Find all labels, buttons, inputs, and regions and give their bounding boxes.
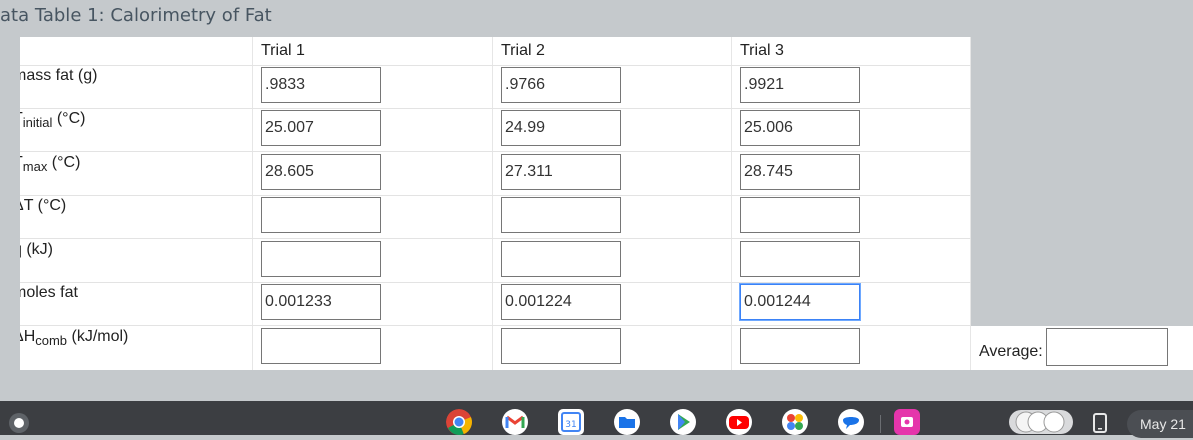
page-title: ata Table 1: Calorimetry of Fat (0, 5, 272, 26)
shelf-divider (880, 415, 881, 433)
chrome-icon[interactable] (446, 409, 472, 435)
delta-h-trial-2-input[interactable] (501, 328, 621, 364)
launcher-icon[interactable] (9, 413, 29, 433)
date-clock[interactable]: May 21 (1127, 410, 1193, 438)
play-store-icon[interactable] (670, 409, 696, 435)
messages-icon[interactable] (838, 409, 864, 435)
row-label: ΔHcomb (kJ/mol) (20, 328, 129, 349)
photos-icon[interactable] (782, 409, 808, 435)
q-trial-3-input[interactable] (740, 241, 860, 277)
t-max-trial-2-input[interactable] (501, 154, 621, 190)
phone-hub-icon[interactable] (1092, 413, 1108, 433)
moles-fat-trial-3-input[interactable] (740, 284, 860, 320)
gmail-icon[interactable] (502, 409, 528, 435)
files-icon[interactable] (614, 409, 640, 435)
mass-fat-trial-1-input[interactable] (261, 67, 381, 103)
delta-t-trial-2-input[interactable] (501, 197, 621, 233)
delta-h-trial-3-input[interactable] (740, 328, 860, 364)
mass-fat-trial-2-input[interactable] (501, 67, 621, 103)
moles-fat-trial-1-input[interactable] (261, 284, 381, 320)
header-trial-2: Trial 2 (501, 42, 545, 59)
row-label: Tmax (°C) (20, 154, 81, 175)
svg-text:31: 31 (565, 420, 576, 430)
row-label: Tinitial (°C) (20, 110, 86, 131)
taskbar: 31 May 21 (0, 401, 1193, 438)
delta-t-trial-3-input[interactable] (740, 197, 860, 233)
screencast-icon[interactable] (894, 409, 920, 435)
t-max-trial-1-input[interactable] (261, 154, 381, 190)
delta-h-trial-1-input[interactable] (261, 328, 381, 364)
header-row: Trial 1 Trial 2 Trial 3 (20, 37, 971, 66)
delta-t-trial-1-input[interactable] (261, 197, 381, 233)
moles-fat-trial-2-input[interactable] (501, 284, 621, 320)
row-label: q (kJ) (20, 241, 53, 258)
t-initial-trial-1-input[interactable] (261, 110, 381, 146)
calorimetry-table: Trial 1 Trial 2 Trial 3 mass fat (g) Tin… (20, 37, 1193, 370)
t-initial-trial-2-input[interactable] (501, 110, 621, 146)
mass-fat-trial-3-input[interactable] (740, 67, 860, 103)
t-initial-trial-3-input[interactable] (740, 110, 860, 146)
youtube-icon[interactable] (726, 409, 752, 435)
tray-tablets-icon[interactable] (1008, 409, 1074, 435)
q-trial-2-input[interactable] (501, 241, 621, 277)
q-trial-1-input[interactable] (261, 241, 381, 277)
row-label: ΔT (°C) (20, 197, 67, 214)
average-input[interactable] (1046, 328, 1168, 366)
row-label: mass fat (g) (20, 67, 98, 84)
average-label: Average: (979, 343, 1043, 360)
calendar-icon[interactable]: 31 (558, 409, 584, 435)
row-label: moles fat (20, 284, 78, 301)
header-trial-1: Trial 1 (261, 42, 305, 59)
header-trial-3: Trial 3 (740, 42, 784, 59)
t-max-trial-3-input[interactable] (740, 154, 860, 190)
table-gutter (971, 37, 1193, 326)
